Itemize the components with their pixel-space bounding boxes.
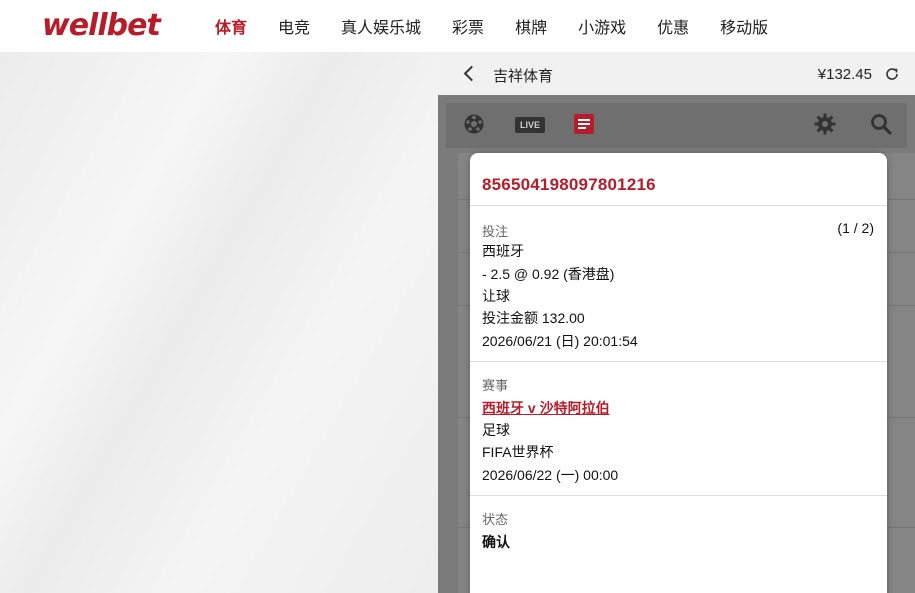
status-value: 确认: [482, 534, 510, 550]
bet-placed-time: 2026/06/21 (日) 20:01:54: [482, 333, 638, 349]
top-navigation: wellbet 体育 电竞 真人娱乐城 彩票 棋牌 小游戏 优惠 移动版: [0, 0, 915, 52]
event-section-label: 赛事: [482, 378, 509, 393]
nav-item-live-casino[interactable]: 真人娱乐城: [341, 14, 421, 38]
bet-pager: (1 / 2): [837, 220, 874, 236]
wellbet-logo[interactable]: wellbet: [42, 8, 161, 43]
settings-icon[interactable]: [814, 113, 836, 135]
nav-item-sports[interactable]: 体育: [215, 14, 247, 38]
balance-amount: ¥132.45: [817, 66, 872, 83]
event-league: FIFA世界杯: [482, 444, 554, 460]
bet-section-label: 投注: [482, 224, 509, 239]
refresh-icon[interactable]: [884, 66, 900, 82]
divider: [470, 205, 887, 206]
live-icon[interactable]: LIVE: [515, 117, 545, 133]
nav-item-mobile[interactable]: 移动版: [720, 14, 768, 38]
bet-id: 856504198097801216: [482, 175, 656, 194]
event-start-time: 2026/06/22 (一) 00:00: [482, 467, 619, 483]
back-arrow-icon[interactable]: [460, 63, 480, 83]
bet-stake: 投注金额 132.00: [482, 310, 585, 326]
status-section-label: 状态: [482, 512, 509, 527]
nav-item-lottery[interactable]: 彩票: [452, 14, 484, 38]
search-icon[interactable]: [870, 113, 892, 135]
panel-title: 吉祥体育: [493, 68, 554, 85]
bet-slip-icon[interactable]: [573, 113, 595, 135]
nav-item-promotions[interactable]: 优惠: [657, 14, 689, 38]
bet-odds-line: - 2.5 @ 0.92 (香港盘): [482, 266, 615, 282]
event-sport: 足球: [482, 422, 510, 438]
soccer-ball-icon[interactable]: [463, 113, 485, 135]
panel-toolbar: LIVE: [446, 103, 907, 148]
divider: [470, 361, 887, 362]
divider: [470, 495, 887, 496]
panel-header: 吉祥体育 ¥132.45: [438, 52, 915, 95]
nav-item-mini-games[interactable]: 小游戏: [578, 14, 626, 38]
nav-item-card-games[interactable]: 棋牌: [515, 14, 547, 38]
bet-detail-dialog: 856504198097801216 投注 (1 / 2) 西班牙 - 2.5 …: [470, 153, 887, 593]
nav-item-esports[interactable]: 电竞: [278, 14, 310, 38]
bet-market: 让球: [482, 288, 510, 304]
page-background: [0, 52, 438, 593]
main-menu: 体育 电竞 真人娱乐城 彩票 棋牌 小游戏 优惠 移动版: [215, 0, 799, 52]
match-link[interactable]: 西班牙 v 沙特阿拉伯: [482, 398, 610, 418]
bet-selection: 西班牙: [482, 243, 524, 259]
